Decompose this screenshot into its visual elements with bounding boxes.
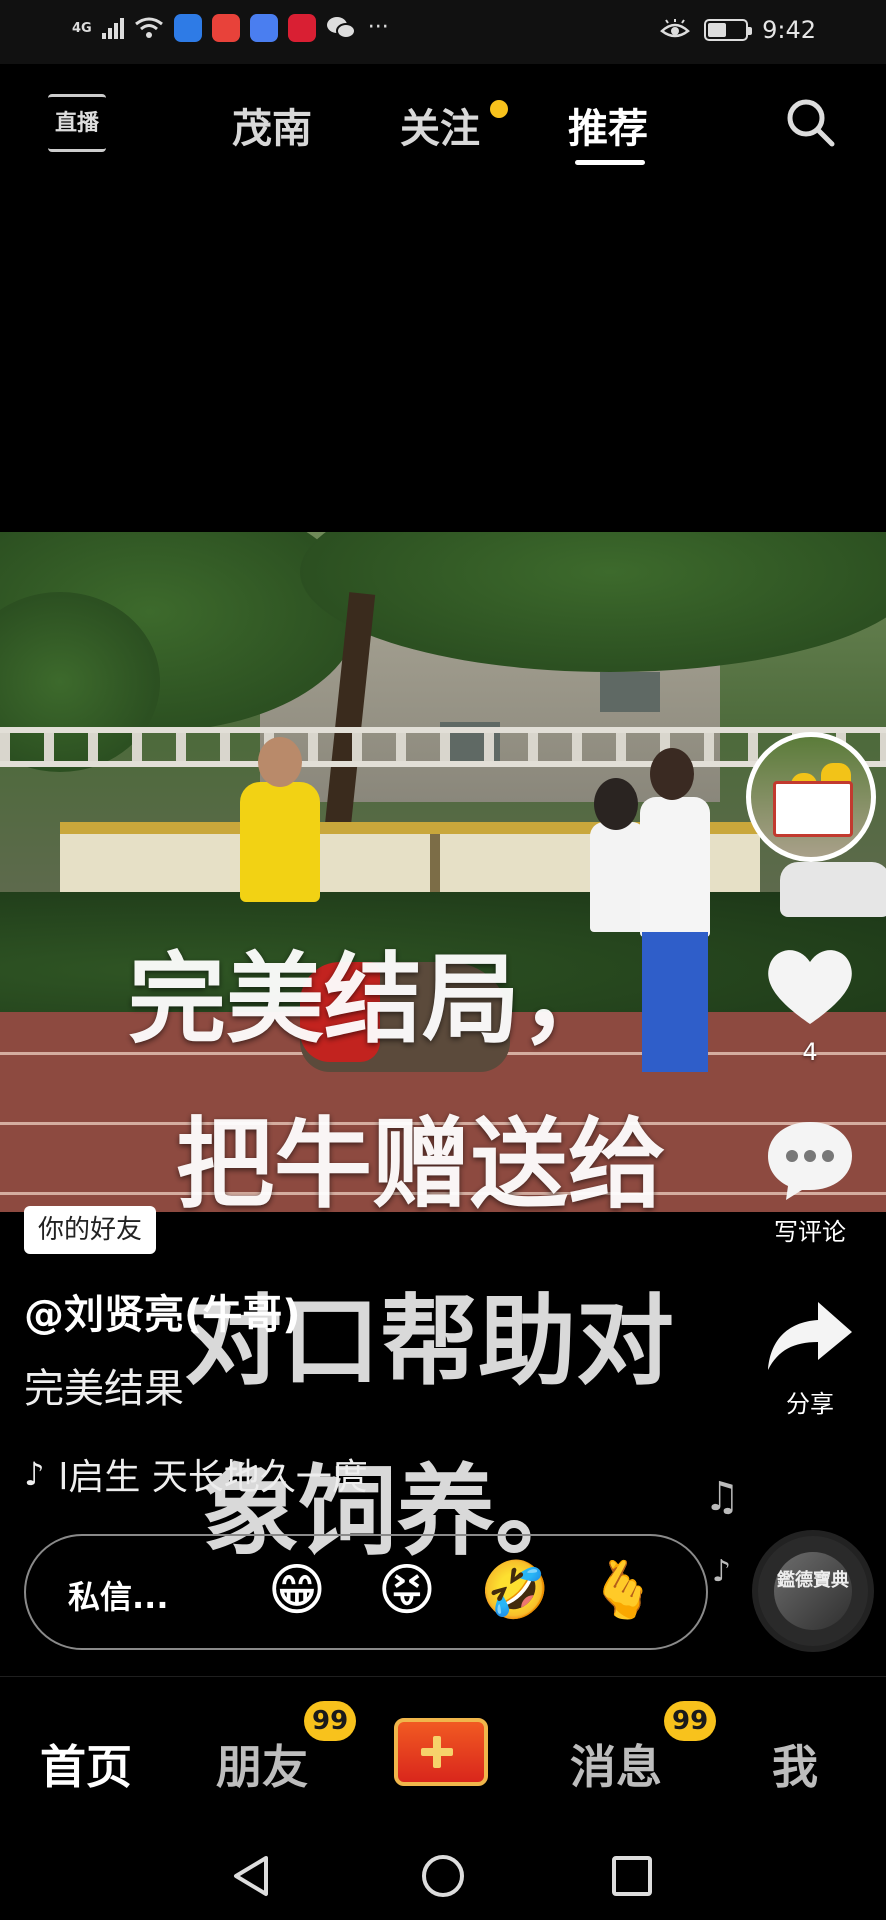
share-label: 分享 xyxy=(786,1390,834,1418)
eye-comfort-icon xyxy=(660,19,691,38)
following-new-dot xyxy=(490,100,508,118)
music-title: l启生 天长地久一庹 xyxy=(58,1457,368,1498)
music-info[interactable]: ♪ l启生 天长地久一庹 xyxy=(24,1448,368,1500)
home-circle-icon[interactable] xyxy=(419,1852,467,1900)
video-railing xyxy=(0,727,886,767)
direct-message-label: 私信... xyxy=(68,1578,169,1616)
create-button[interactable] xyxy=(394,1718,488,1786)
status-bar: 4G ··· 9:42 xyxy=(0,0,886,64)
direct-message-bar[interactable]: 私信... 😁 😝 🤣 🫰 xyxy=(24,1534,708,1650)
tab-following[interactable]: 关注 xyxy=(400,96,480,154)
nav-me[interactable]: 我 xyxy=(772,1731,818,1797)
finger-heart-emoji-icon[interactable]: 🫰 xyxy=(588,1556,658,1626)
browser-app-icon xyxy=(173,14,202,42)
video-caption-line: 完美结局， xyxy=(127,943,618,1057)
video-car xyxy=(780,862,886,917)
back-icon[interactable] xyxy=(228,1852,276,1900)
video-person-woman xyxy=(590,822,646,932)
avatar-sign xyxy=(773,781,853,837)
messages-badge: 99 xyxy=(664,1701,717,1741)
more-notifications-icon: ··· xyxy=(367,15,389,40)
floating-music-note-icon: ♪ xyxy=(712,1554,732,1589)
system-nav xyxy=(0,1832,886,1920)
clock: 9:42 xyxy=(762,16,816,44)
search-icon[interactable] xyxy=(782,94,838,150)
share-button[interactable]: 分享 xyxy=(760,1298,860,1419)
video-person-student xyxy=(640,797,710,937)
like-button[interactable]: 4 xyxy=(760,942,860,1066)
rofl-emoji-icon[interactable]: 🤣 xyxy=(480,1556,550,1626)
tab-maonan[interactable]: 茂南 xyxy=(232,96,312,154)
heart-icon xyxy=(768,950,852,1024)
status-right: 9:42 xyxy=(660,16,816,44)
comment-icon xyxy=(768,1122,852,1200)
video-person-yellow xyxy=(240,782,320,902)
like-count: 4 xyxy=(802,1038,818,1066)
battery-fill xyxy=(708,23,727,37)
heart-app-icon xyxy=(287,14,316,42)
bottom-nav: 首页 朋友 99 消息 99 我 xyxy=(0,1676,886,1832)
friends-badge: 99 xyxy=(304,1701,357,1741)
nav-home[interactable]: 首页 xyxy=(40,1731,132,1797)
music-note-icon: ♪ xyxy=(24,1455,45,1493)
battery-icon xyxy=(704,19,753,41)
comment-label: 写评论 xyxy=(774,1218,846,1246)
author-name[interactable]: @刘贤亮(牛哥) xyxy=(24,1282,301,1340)
nav-friends[interactable]: 朋友 xyxy=(216,1731,308,1797)
grinning-emoji-icon[interactable]: 😁 xyxy=(262,1556,332,1626)
share-arrow-icon xyxy=(768,1302,852,1370)
video-person-head xyxy=(650,748,694,800)
network-type: 4G xyxy=(72,20,92,36)
music-disc[interactable]: 鑑德寶典 xyxy=(752,1530,874,1652)
squinting-tongue-emoji-icon[interactable]: 😝 xyxy=(372,1556,442,1626)
active-tab-underline xyxy=(575,160,645,165)
video-person-head xyxy=(594,778,638,830)
recents-square-icon[interactable] xyxy=(608,1852,656,1900)
author-avatar[interactable] xyxy=(746,732,876,862)
live-button[interactable]: 直播 xyxy=(48,94,106,152)
status-left: 4G ··· xyxy=(72,14,389,42)
post-description: 完美结果 xyxy=(24,1366,184,1412)
comment-button[interactable]: 写评论 xyxy=(760,1118,860,1247)
friend-tag: 你的好友 xyxy=(24,1206,157,1254)
wifi-icon xyxy=(134,17,163,38)
tab-recommended[interactable]: 推荐 xyxy=(568,96,648,154)
top-nav: 直播 茂南 关注 推荐 xyxy=(0,64,886,174)
nav-messages[interactable]: 消息 xyxy=(570,1731,662,1797)
floating-music-note-icon: ♫ xyxy=(704,1474,740,1520)
huawei-app-icon xyxy=(211,14,240,42)
music-app-icon xyxy=(249,14,278,42)
music-disc-cover: 鑑德寶典 xyxy=(774,1552,852,1630)
signal-icon xyxy=(101,17,124,39)
video-person-head xyxy=(258,737,302,787)
wechat-icon xyxy=(326,17,356,39)
